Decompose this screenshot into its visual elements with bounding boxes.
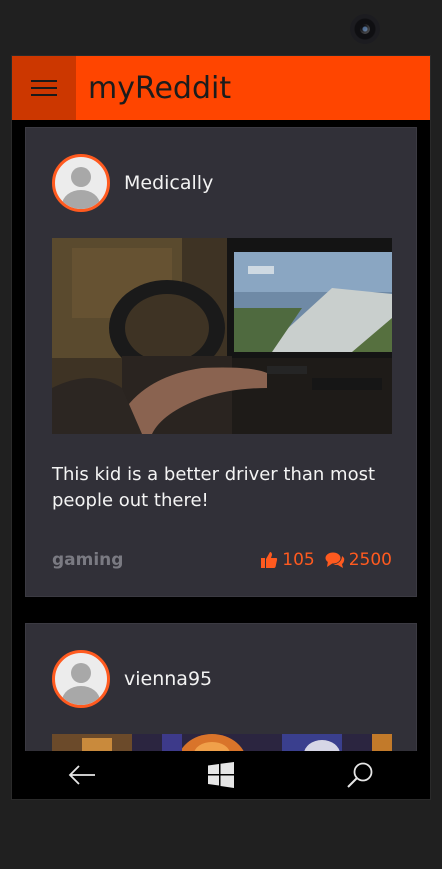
system-nav-bar [12,751,430,799]
post-author[interactable]: Medically [124,172,213,194]
post-card[interactable]: vienna95 [25,623,417,753]
windows-logo-icon [207,762,234,788]
post-author[interactable]: vienna95 [124,668,212,690]
post-image[interactable] [52,238,392,434]
hamburger-icon-line [31,94,57,96]
upvote-button[interactable]: 105 [260,550,315,570]
front-camera [350,14,380,44]
post-feed[interactable]: Medically This kid is a better driver th… [12,120,430,753]
subreddit-label[interactable]: gaming [52,550,123,570]
post-title[interactable]: This kid is a better driver than most pe… [52,462,392,514]
back-arrow-icon [68,765,95,785]
post-stats: 105 2500 [260,550,392,570]
post-footer: gaming 105 2500 [52,548,392,572]
post-author-row[interactable]: vienna95 [52,650,212,708]
app-bar: myReddit [12,56,430,120]
app-title: myReddit [88,70,232,106]
user-icon-body [62,190,100,209]
search-button[interactable] [330,751,390,799]
hamburger-icon-line [31,87,57,89]
comment-count: 2500 [348,550,392,570]
hamburger-menu-button[interactable] [12,56,76,120]
back-button[interactable] [52,751,112,799]
post-image-graphic [52,238,392,434]
avatar[interactable] [52,650,110,708]
user-icon-head [71,663,91,683]
comments-icon [325,552,344,568]
user-icon-head [71,167,91,187]
comments-button[interactable]: 2500 [325,550,392,570]
search-icon [347,762,373,788]
avatar[interactable] [52,154,110,212]
phone-screen: myReddit Medically This kid is a better … [11,55,431,800]
thumbs-up-icon [261,552,278,568]
post-card[interactable]: Medically This kid is a better driver th… [25,127,417,597]
hamburger-icon-line [31,80,57,82]
home-button[interactable] [191,751,251,799]
upvote-count: 105 [282,550,315,570]
user-icon-body [62,686,100,705]
post-author-row[interactable]: Medically [52,154,213,212]
